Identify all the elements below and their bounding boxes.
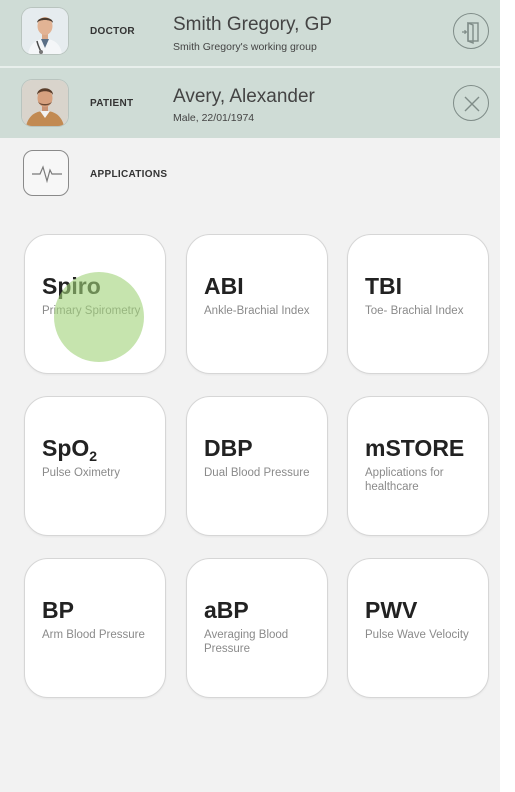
tile-subtitle: Pulse Oximetry [42, 467, 120, 479]
pulse-waveform-icon [23, 150, 69, 196]
tile-title: TBI [365, 273, 403, 299]
logout-door-icon [462, 21, 479, 45]
tile-title: SpO2 [42, 435, 97, 464]
patient-name: Avery, Alexander [173, 86, 315, 107]
tile-abi[interactable]: ABI Ankle-Brachial Index [186, 234, 328, 374]
applications-label: APPLICATIONS [90, 169, 168, 180]
scrollbar-gutter [500, 0, 515, 792]
tile-title-subscript: 2 [89, 448, 98, 464]
close-icon [464, 96, 480, 112]
tile-subtitle: Pulse Wave Velocity [365, 629, 469, 641]
tile-abp[interactable]: aBP Averaging Blood Pressure [186, 558, 328, 698]
patient-avatar [22, 80, 68, 126]
logout-button[interactable] [453, 13, 489, 49]
tile-subtitle: Ankle-Brachial Index [204, 305, 310, 317]
tile-dbp[interactable]: DBP Dual Blood Pressure [186, 396, 328, 536]
tile-spiro[interactable]: Spiro Primary Spirometry [24, 234, 166, 374]
doctor-name: Smith Gregory, GP [173, 14, 333, 35]
tile-title: ABI [204, 273, 244, 299]
patient-row: PATIENT Avery, Alexander Male, 22/01/197… [0, 68, 500, 138]
tile-subtitle: Toe- Brachial Index [365, 305, 464, 317]
tile-spo2[interactable]: SpO2 Pulse Oximetry [24, 396, 166, 536]
doctor-row: DOCTOR Smith Gregory, GP Smith Gregory's… [0, 0, 500, 66]
tile-title: mSTORE [365, 435, 465, 461]
tile-title: PWV [365, 597, 418, 623]
close-patient-button[interactable] [453, 85, 489, 121]
tile-subtitle: Primary Spirometry [42, 305, 141, 317]
tile-title: aBP [204, 597, 249, 623]
patient-role-label: PATIENT [90, 98, 134, 109]
tile-subtitle: Arm Blood Pressure [42, 629, 145, 641]
tile-subtitle: Applications for healthcare [365, 467, 444, 493]
tile-title: BP [42, 597, 74, 623]
tile-pwv[interactable]: PWV Pulse Wave Velocity [347, 558, 489, 698]
tile-tbi[interactable]: TBI Toe- Brachial Index [347, 234, 489, 374]
tile-mstore[interactable]: mSTORE Applications for healthcare [347, 396, 489, 536]
doctor-avatar [22, 8, 68, 54]
tile-title: Spiro [42, 273, 101, 299]
doctor-working-group: Smith Gregory's working group [173, 41, 317, 53]
patient-details: Male, 22/01/1974 [173, 112, 255, 124]
doctor-role-label: DOCTOR [90, 26, 135, 37]
tile-bp[interactable]: BP Arm Blood Pressure [24, 558, 166, 698]
tile-title: DBP [204, 435, 253, 461]
tile-subtitle: Averaging Blood Pressure [204, 629, 289, 655]
tile-subtitle: Dual Blood Pressure [204, 467, 310, 479]
applications-header: APPLICATIONS [0, 138, 500, 208]
tile-title-main: SpO [42, 435, 90, 461]
